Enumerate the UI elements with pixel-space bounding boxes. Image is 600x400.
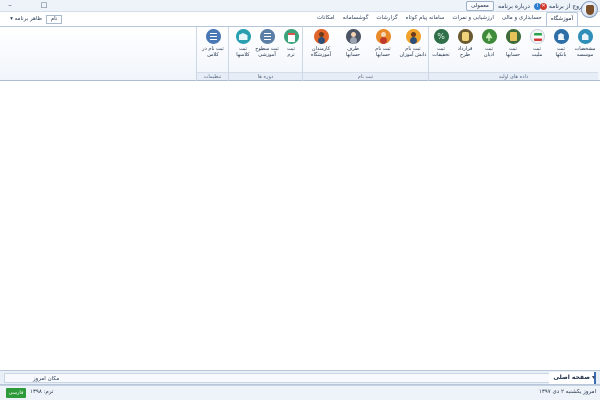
classroom-icon [235,29,251,44]
language-indicator[interactable]: فارسی [6,388,26,398]
title-bar: – □ معمولی درباره برنامه i ✕ خروج از برن… [0,0,600,12]
group-caption-courses: دوره ها [229,72,302,80]
account-registration-button[interactable]: ثبت نام حسابها [369,29,397,67]
today-ticker: مکان امروز [4,373,560,383]
flag-icon [529,29,545,44]
train-icon [457,29,473,44]
ribbon: مشخصات موسسه ثبت بانکها ثبت ملیت ثبت حسا… [0,26,600,81]
classes-button[interactable]: ثبت کلاسها [229,29,257,67]
staff-button[interactable]: کارمندان آموزشگاه [307,29,335,67]
tab-tools[interactable]: امکانات [313,12,339,26]
exit-button[interactable]: ✕ خروج از برنامه [538,2,586,11]
chevron-down-icon[interactable]: ▾ [592,374,595,381]
religions-button[interactable]: ثبت ادیان [475,29,503,67]
tab-home[interactable]: صفحه اصلی [549,372,596,384]
group-settings: ثبت نام در کلاس تنظیمات [196,27,228,81]
group-caption-base-data: داده های اولیه [429,72,598,80]
tab-accounting[interactable]: حسابداری و مالی [498,12,546,26]
tab-reports[interactable]: گزارشات [372,12,401,26]
appearance-dropdown[interactable]: ▾ ظاهر برنامه [2,15,44,24]
tab-school[interactable]: آموزشگاه [545,12,578,26]
current-date: امروز یکشنبه ۲ دی ۱۳۹۷ [538,389,596,395]
group-registration: ثبت نام دانش آموزان ثبت نام حسابها طرف ح… [302,27,428,81]
theme-select[interactable]: معمولی [466,1,494,11]
group-base-data: مشخصات موسسه ثبت بانکها ثبت ملیت ثبت حسا… [428,27,598,81]
student-registration-button[interactable]: ثبت نام دانش آموزان [399,29,427,67]
ribbon-tabs: آموزشگاه حسابداری و مالی ارزشیابی و نمرا… [313,12,578,26]
tab-sms[interactable]: سامانه پیام کوتاه [402,12,449,26]
group-caption-registration: ثبت نام [303,72,428,80]
nationality-button[interactable]: ثبت ملیت [523,29,551,67]
appearance-toolbar: ▾ ظاهر برنامه نام [0,12,62,26]
minimize-button[interactable]: – [4,1,16,10]
calendar-icon [283,29,299,44]
institute-info-button[interactable]: مشخصات موسسه [571,29,599,67]
user-icon [375,29,391,44]
tab-phone[interactable]: گوشسامانه [339,12,373,26]
percent-icon [433,29,449,44]
document-tabs: مکان امروز صفحه اصلی ▾ [0,370,600,385]
tree-icon [481,29,497,44]
tab-grades[interactable]: ارزشیابی و نمرات [448,12,498,26]
accounts-button[interactable]: ثبت حسابها [499,29,527,67]
ledger-icon [505,29,521,44]
class-enrollment-button[interactable]: ثبت نام در کلاس [199,29,227,67]
term-button[interactable]: ثبت ترم [277,29,305,67]
group-courses: ثبت ترم ثبت سطوح آموزشی ثبت کلاسها دوره … [228,27,302,81]
levels-button[interactable]: ثبت سطوح آموزشی [253,29,281,67]
discounts-button[interactable]: ثبت تخفیفات [427,29,455,67]
menu-icon [205,29,221,44]
main-workspace [0,81,600,370]
bank-icon [553,29,569,44]
maximize-button[interactable]: □ [38,1,50,10]
status-bar: فارسی ترم: ۱۳۹۸ امروز یکشنبه ۲ دی ۱۳۹۷ [0,385,600,400]
building-icon [577,29,593,44]
student-icon [405,29,421,44]
list-icon [259,29,275,44]
close-icon: ✕ [540,3,547,10]
current-term: ترم: ۱۳۹۸ [30,389,54,395]
contact-icon [345,29,361,44]
group-caption-settings: تنظیمات [197,72,228,80]
counterparties-button[interactable]: طرف حسابها [339,29,367,67]
staff-icon [313,29,329,44]
banks-button[interactable]: ثبت بانکها [547,29,575,67]
name-field[interactable]: نام [46,15,62,24]
app-logo[interactable] [581,1,598,18]
about-button[interactable]: درباره برنامه i [498,2,541,11]
about-label: درباره برنامه [498,3,530,10]
contract-plan-button[interactable]: قرارداد طرح [451,29,479,67]
